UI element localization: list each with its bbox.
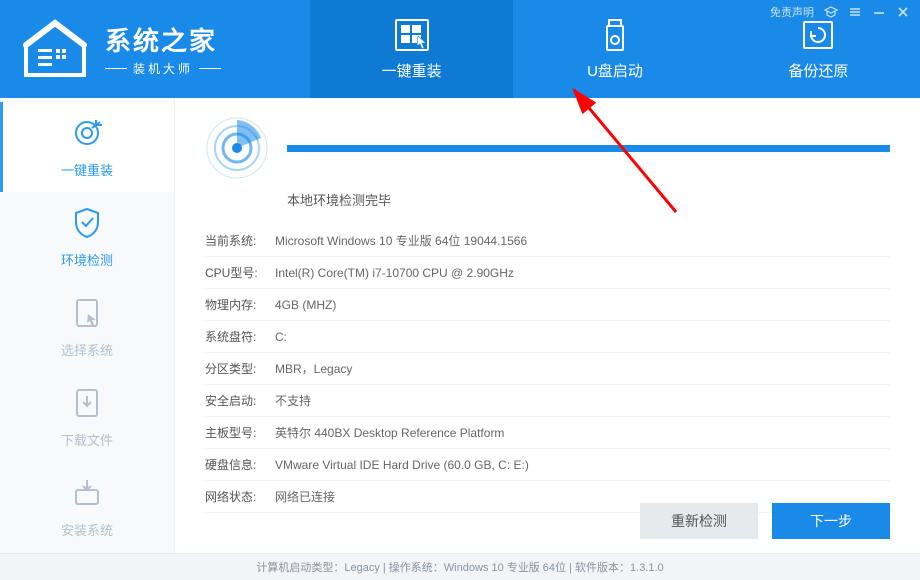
row-partition-type: 分区类型:MBR，Legacy bbox=[205, 353, 890, 385]
menu-icon[interactable] bbox=[848, 5, 862, 19]
titlebar-controls: 免责声明 bbox=[770, 4, 910, 20]
header: 系统之家 装机大师 一键重装 U盘启动 bbox=[0, 0, 920, 98]
close-icon[interactable] bbox=[896, 5, 910, 19]
progress-label: 本地环境检测完毕 bbox=[287, 190, 890, 209]
sidebar-item-env-check[interactable]: 环境检测 bbox=[0, 192, 174, 282]
row-memory: 物理内存:4GB (MHZ) bbox=[205, 289, 890, 321]
progress-bar bbox=[287, 145, 890, 152]
tab-usb-boot[interactable]: U盘启动 bbox=[513, 0, 716, 98]
download-file-icon bbox=[70, 386, 104, 420]
app-subtitle: 装机大师 bbox=[105, 60, 221, 77]
sidebar-item-install[interactable]: 安装系统 bbox=[0, 463, 174, 553]
usb-drive-icon bbox=[595, 18, 635, 52]
row-system-drive: 系统盘符:C: bbox=[205, 321, 890, 353]
windows-cursor-icon bbox=[392, 18, 432, 52]
info-rows: 当前系统:Microsoft Windows 10 专业版 64位 19044.… bbox=[205, 225, 890, 513]
next-button[interactable]: 下一步 bbox=[772, 503, 890, 539]
app-title: 系统之家 bbox=[105, 21, 221, 58]
recheck-button[interactable]: 重新检测 bbox=[640, 503, 758, 539]
backup-restore-icon bbox=[798, 18, 838, 52]
row-cpu: CPU型号:Intel(R) Core(TM) i7-10700 CPU @ 2… bbox=[205, 257, 890, 289]
minimize-icon[interactable] bbox=[872, 5, 886, 19]
house-logo-icon bbox=[20, 19, 90, 79]
graduation-icon[interactable] bbox=[824, 5, 838, 19]
shield-check-icon bbox=[70, 206, 104, 240]
status-bar: 计算机启动类型：Legacy | 操作系统：Windows 10 专业版 64位… bbox=[0, 553, 920, 580]
row-disk: 硬盘信息:VMware Virtual IDE Hard Drive (60.0… bbox=[205, 449, 890, 481]
logo-area: 系统之家 装机大师 bbox=[0, 0, 310, 98]
disclaimer-link[interactable]: 免责声明 bbox=[770, 4, 814, 20]
row-current-os: 当前系统:Microsoft Windows 10 专业版 64位 19044.… bbox=[205, 225, 890, 257]
target-arrow-icon bbox=[70, 116, 104, 150]
tab-one-click-reinstall[interactable]: 一键重装 bbox=[310, 0, 513, 98]
sidebar-item-download[interactable]: 下载文件 bbox=[0, 373, 174, 463]
row-motherboard: 主板型号:英特尔 440BX Desktop Reference Platfor… bbox=[205, 417, 890, 449]
main-panel: 本地环境检测完毕 当前系统:Microsoft Windows 10 专业版 6… bbox=[175, 98, 920, 553]
sidebar-item-reinstall[interactable]: 一键重装 bbox=[0, 102, 174, 192]
install-box-icon bbox=[70, 476, 104, 510]
sidebar: 一键重装 环境检测 选择系统 下载文件 安装系统 bbox=[0, 98, 175, 553]
row-secure-boot: 安全启动:不支持 bbox=[205, 385, 890, 417]
sidebar-item-choose-system[interactable]: 选择系统 bbox=[0, 282, 174, 372]
radar-icon bbox=[205, 116, 269, 180]
file-cursor-icon bbox=[70, 296, 104, 330]
